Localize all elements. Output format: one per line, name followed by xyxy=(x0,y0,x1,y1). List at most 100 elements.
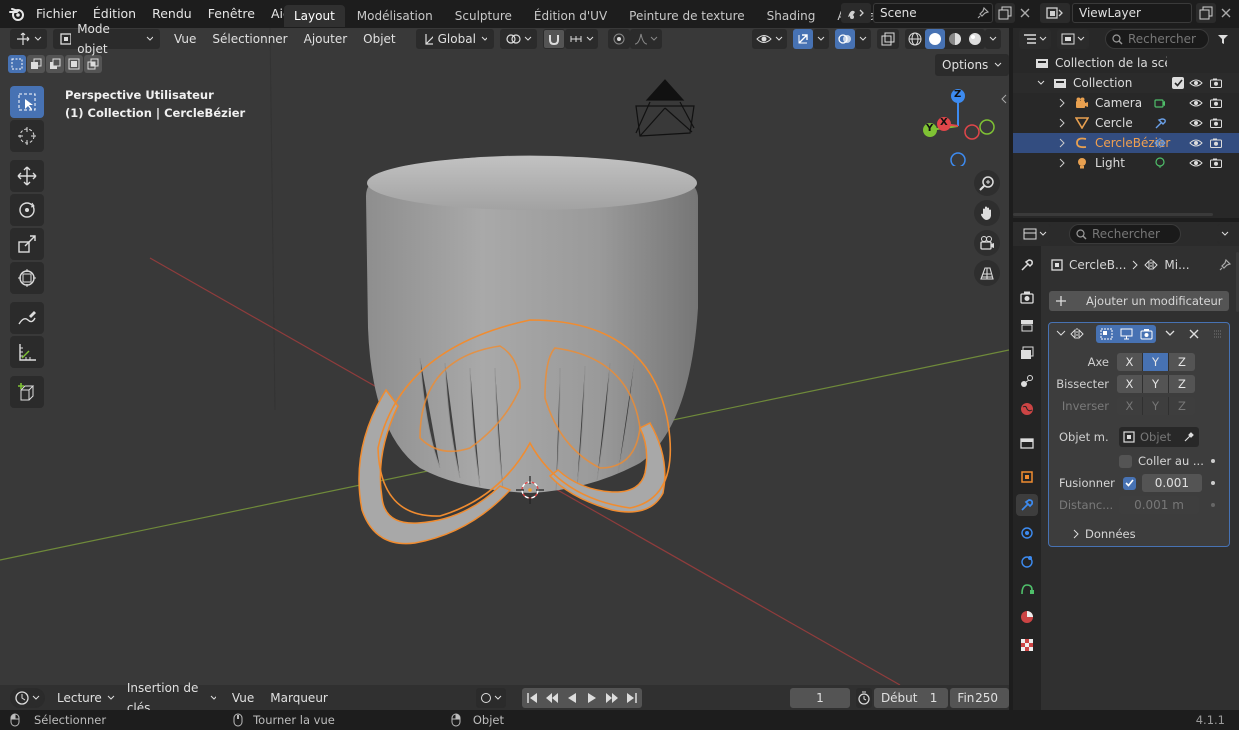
camera-view-icon[interactable] xyxy=(974,230,1000,256)
render-tab-icon[interactable] xyxy=(1016,286,1038,308)
shading-dropdown[interactable] xyxy=(985,29,1001,49)
merge-keyframe-dot[interactable] xyxy=(1211,481,1215,485)
tab-sculpture[interactable]: Sculpture xyxy=(445,5,522,27)
bissecter-x-toggle[interactable]: X xyxy=(1117,375,1143,393)
particles-tab-icon[interactable] xyxy=(1016,522,1038,544)
visibility-icon[interactable] xyxy=(1189,158,1203,168)
view-layer-field[interactable]: ViewLayer xyxy=(1072,3,1192,23)
outliner-object-label[interactable]: Camera xyxy=(1095,96,1142,110)
outliner-object-label[interactable]: Light xyxy=(1095,156,1125,170)
gizmo-toggle[interactable] xyxy=(793,29,813,49)
expand-chevron-icon[interactable] xyxy=(1059,158,1065,168)
current-frame-field[interactable]: 1 xyxy=(789,687,851,708)
visibility-icon[interactable] xyxy=(1189,118,1203,128)
material-tab-icon[interactable] xyxy=(1016,606,1038,628)
zoom-icon[interactable] xyxy=(974,170,1000,196)
annotate-tool-icon[interactable] xyxy=(10,302,44,334)
menu-vue[interactable]: Vue xyxy=(168,29,202,49)
mirror-modifier-icon[interactable] xyxy=(1154,137,1166,149)
distance-keyframe-dot[interactable] xyxy=(1211,503,1215,507)
viewport-toggle-icon[interactable] xyxy=(1116,325,1136,343)
outliner-row-cerclebezier[interactable]: CercleBézier xyxy=(1013,133,1239,153)
menu-objet[interactable]: Objet xyxy=(357,29,401,49)
collection-render-icon[interactable] xyxy=(1210,78,1222,88)
edit-mode-toggle-icon[interactable] xyxy=(1096,325,1116,343)
select-box-tool-icon[interactable] xyxy=(10,86,44,118)
transform-orientation-dropdown[interactable]: Global xyxy=(415,29,494,49)
marker-menu[interactable]: Marqueur xyxy=(264,688,334,708)
physics-tab-icon[interactable] xyxy=(1016,550,1038,572)
delete-scene-icon[interactable] xyxy=(1015,3,1035,23)
new-view-layer-icon[interactable] xyxy=(1196,3,1216,23)
tab-texture-paint[interactable]: Peinture de texture xyxy=(619,5,754,27)
display-mode-dropdown[interactable] xyxy=(1057,29,1089,49)
outliner-editor-type[interactable] xyxy=(1019,29,1051,49)
delete-view-layer-icon[interactable] xyxy=(1216,3,1236,23)
collection-row[interactable]: Collection xyxy=(1013,73,1239,93)
snap-target-dropdown[interactable] xyxy=(564,29,598,49)
proportional-edit-toggle[interactable] xyxy=(607,29,630,49)
ortho-grid-icon[interactable] xyxy=(974,260,1000,286)
transform-tool-icon[interactable] xyxy=(10,262,44,294)
texture-tab-icon[interactable] xyxy=(1016,634,1038,656)
light-data-icon[interactable] xyxy=(1154,157,1166,169)
solid-shading-icon[interactable] xyxy=(925,29,945,49)
distance-value-field[interactable]: 0.001 m xyxy=(1119,496,1199,514)
render-toggle-icon[interactable] xyxy=(1136,325,1156,343)
editor-type-button[interactable] xyxy=(10,29,47,49)
jump-keyframe-forward-icon[interactable] xyxy=(602,688,622,708)
modifier-remove-icon[interactable] xyxy=(1184,325,1204,343)
world-tab-icon[interactable] xyxy=(1016,398,1038,420)
visibility-icon[interactable] xyxy=(1189,98,1203,108)
tab-uv-editing[interactable]: Édition d'UV xyxy=(524,5,617,27)
drag-handle-icon[interactable] xyxy=(1213,330,1223,338)
cursor-tool-icon[interactable] xyxy=(10,120,44,152)
menu-selectionner[interactable]: Sélectionner xyxy=(206,29,293,49)
filter-dropdown[interactable] xyxy=(1213,29,1233,49)
sidebar-toggle-icon[interactable] xyxy=(1000,94,1008,104)
object-tab-icon[interactable] xyxy=(1016,466,1038,488)
timeline-editor-type[interactable] xyxy=(10,687,45,708)
tab-shading[interactable]: Shading xyxy=(757,5,826,27)
collection-visibility-icon[interactable] xyxy=(1189,78,1203,88)
playback-menu[interactable]: Lecture xyxy=(51,688,121,708)
xray-toggle[interactable] xyxy=(877,29,899,49)
menu-fenetre[interactable]: Fenêtre xyxy=(200,3,263,25)
rotate-tool-icon[interactable] xyxy=(10,194,44,226)
outliner-row-cercle[interactable]: Cercle xyxy=(1013,113,1239,133)
clip-checkbox[interactable] xyxy=(1119,454,1132,468)
timeline-view-menu[interactable]: Vue xyxy=(226,688,260,708)
properties-search[interactable]: Rechercher xyxy=(1069,224,1181,244)
pan-hand-icon[interactable] xyxy=(974,200,1000,226)
collection-checkbox[interactable] xyxy=(1172,77,1184,89)
blender-logo-icon[interactable] xyxy=(6,6,28,22)
scale-tool-icon[interactable] xyxy=(10,228,44,260)
render-camera-icon[interactable] xyxy=(1210,118,1222,128)
pin-icon[interactable] xyxy=(973,3,993,23)
outliner-search[interactable]: Rechercher xyxy=(1105,29,1209,49)
auto-keying-toggle[interactable] xyxy=(475,687,506,708)
wireframe-shading-icon[interactable] xyxy=(905,29,925,49)
select-subtract-icon[interactable] xyxy=(46,55,64,73)
move-tool-icon[interactable] xyxy=(10,160,44,192)
render-camera-icon[interactable] xyxy=(1210,98,1222,108)
options-dropdown[interactable]: Options xyxy=(935,54,1009,76)
merge-checkbox[interactable] xyxy=(1122,476,1136,490)
start-frame-field[interactable]: Début 1 xyxy=(873,687,949,708)
scene-tab-icon[interactable] xyxy=(1016,370,1038,392)
jump-start-icon[interactable] xyxy=(522,688,542,708)
modifier-tab-icon[interactable] xyxy=(1016,494,1038,516)
outliner-scrollbar[interactable] xyxy=(1013,213,1213,216)
expand-chevron-icon[interactable] xyxy=(1059,118,1065,128)
inverser-z-toggle[interactable]: Z xyxy=(1169,397,1195,415)
modifier-wrench-icon[interactable] xyxy=(1154,117,1166,129)
pivot-point-dropdown[interactable] xyxy=(499,29,537,49)
jump-end-icon[interactable] xyxy=(622,688,642,708)
inverser-x-toggle[interactable]: X xyxy=(1117,397,1143,415)
menu-ajouter[interactable]: Ajouter xyxy=(298,29,354,49)
visibility-icon[interactable] xyxy=(1189,138,1203,148)
select-extend-icon[interactable] xyxy=(27,55,45,73)
visibility-dropdown[interactable] xyxy=(752,29,787,49)
tab-modelisation[interactable]: Modélisation xyxy=(347,5,443,27)
end-frame-field[interactable]: Fin 250 xyxy=(950,687,1009,708)
